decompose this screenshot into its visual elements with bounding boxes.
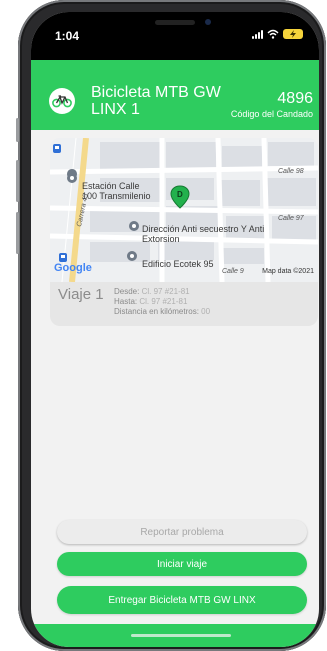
map-place-ecotek: Edificio Ecotek 95 (142, 259, 214, 269)
trip-card[interactable]: Estación Calle 100 Transmilenio Direcció… (50, 138, 318, 326)
map-place-station: Estación Calle 100 Transmilenio (82, 181, 151, 201)
home-indicator[interactable] (131, 634, 231, 637)
status-time: 1:04 (55, 29, 80, 43)
bicycle-icon (49, 88, 75, 114)
from-value: Cl. 97 #21-81 (141, 287, 190, 296)
phone-volume-button (16, 212, 19, 254)
trip-title: Viaje 1 (58, 286, 104, 303)
map-road-label: Calle 98 (278, 168, 304, 175)
status-icons (252, 29, 303, 39)
bike-name: Bicicleta MTB GW LINX 1 (91, 84, 221, 118)
trip-map[interactable]: Estación Calle 100 Transmilenio Direcció… (50, 138, 318, 282)
distance-value: 00 (201, 307, 211, 316)
notch (107, 12, 243, 42)
map-road-label: Calle 9 (222, 268, 244, 275)
lock-code-label: Código del Candado (230, 109, 313, 119)
map-pin-label: D (177, 190, 183, 199)
return-bike-button[interactable]: Entregar Bicicleta MTB GW LINX (57, 586, 307, 614)
google-logo: Google (54, 262, 92, 274)
lock-code-number: 4896 (277, 90, 313, 107)
map-place-anti-kidnapping: Dirección Anti secuestro Y Anti Extorsio… (142, 224, 265, 244)
phone-side-button (16, 118, 19, 142)
wifi-icon (267, 29, 279, 39)
from-label: Desde: (114, 287, 140, 296)
report-problem-button[interactable]: Reportar problema (57, 520, 307, 544)
map-road-label: Calle 97 (278, 215, 304, 222)
signal-icon (252, 29, 263, 39)
distance-label: Distancia en kilómetros: (114, 307, 199, 316)
app-header: Bicicleta MTB GW LINX 1 4896 Código del … (31, 60, 319, 130)
start-trip-button[interactable]: Iniciar viaje (57, 552, 307, 576)
to-label: Hasta: (114, 297, 138, 306)
map-credit: Map data ©2021 (262, 268, 314, 275)
bottom-bar (31, 624, 319, 647)
app-screen: 1:04 Bicicleta MTB GW LINX 1 4896 Código… (31, 12, 319, 647)
trip-details: Desde: Cl. 97 #21-81 Hasta: Cl. 97 #21-8… (114, 287, 210, 317)
to-value: Cl. 97 #21-81 (139, 297, 188, 306)
lock-code: 4896 Código del Candado (231, 90, 313, 119)
phone-volume-button (16, 160, 19, 202)
battery-charging-icon (283, 29, 303, 39)
